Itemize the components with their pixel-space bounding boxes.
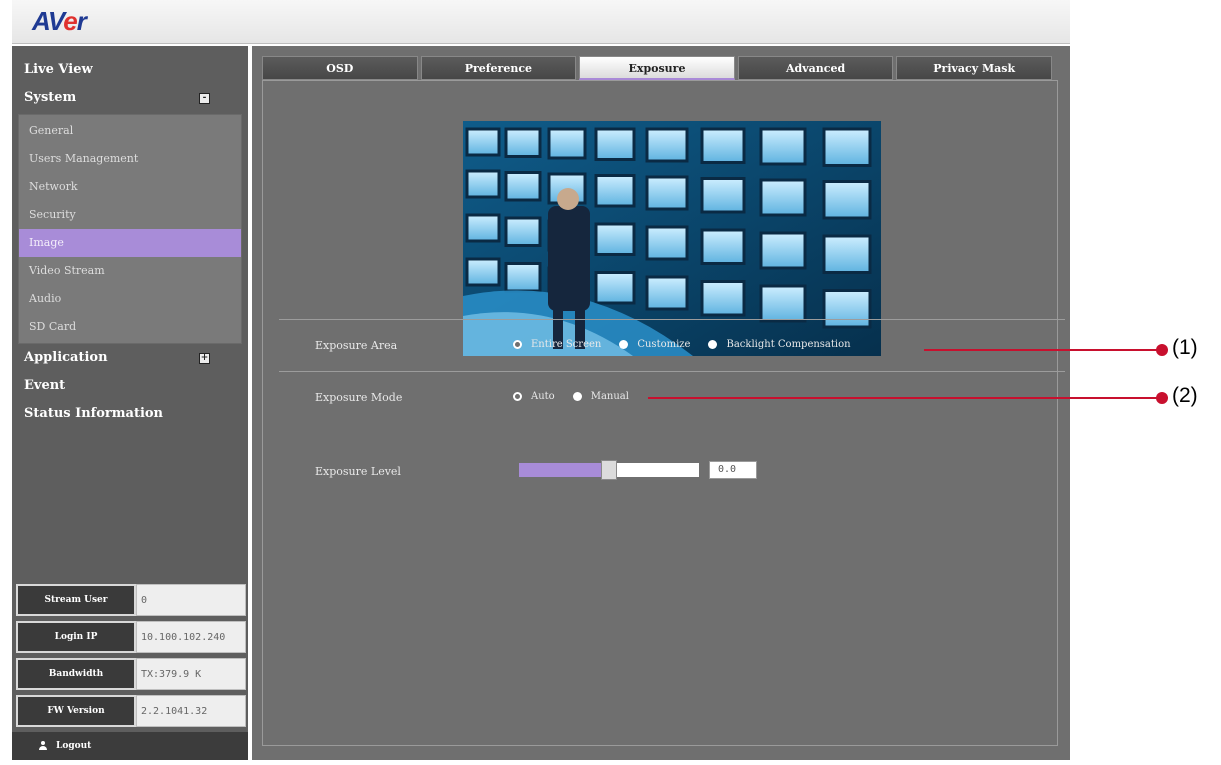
sidebar: Live View System - General Users Managem… [12, 46, 248, 760]
sidebar-item-security[interactable]: Security [19, 201, 241, 229]
info-value: TX:379.9 K [136, 658, 246, 690]
sidebar-item-label: Live View [24, 62, 93, 77]
info-value: 0 [136, 584, 246, 616]
callout-label-2: (2) [1172, 384, 1198, 407]
radio-label: Auto [531, 391, 555, 402]
radio-label: Backlight Compensation [726, 339, 851, 350]
info-label: FW Version [16, 695, 136, 727]
exposure-area-options: Entire Screen Customize Backlight Compen… [513, 339, 869, 350]
radio-manual[interactable]: Manual [572, 391, 629, 402]
sidebar-item-label: Event [24, 378, 66, 393]
radio-customize[interactable]: Customize [619, 339, 690, 350]
tab-preference[interactable]: Preference [420, 56, 577, 80]
sidebar-item-event[interactable]: Event [12, 372, 248, 400]
sidebar-item-application[interactable]: Application + [12, 344, 248, 372]
system-submenu: General Users Management Network Securit… [18, 114, 242, 344]
sidebar-item-status-information[interactable]: Status Information [12, 400, 248, 428]
sidebar-item-video-stream[interactable]: Video Stream [19, 257, 241, 285]
sidebar-item-network[interactable]: Network [19, 173, 241, 201]
exposure-content: Exposure Area Entire Screen Customize Ba… [262, 80, 1065, 746]
sidebar-item-label: Status Information [24, 406, 164, 421]
radio-backlight-compensation[interactable]: Backlight Compensation [708, 339, 851, 350]
sidebar-item-live-view[interactable]: Live View [12, 56, 248, 84]
callout-label-1: (1) [1172, 336, 1198, 359]
info-row-stream-user: Stream User 0 [16, 584, 246, 616]
info-value: 2.2.1041.32 [136, 695, 246, 727]
radio-label: Customize [637, 339, 691, 350]
expand-icon[interactable]: + [199, 353, 210, 364]
slider-handle[interactable] [601, 460, 617, 480]
radio-label: Manual [590, 391, 629, 402]
exposure-level-slider[interactable] [519, 460, 699, 480]
status-info-panel: Stream User 0 Login IP 10.100.102.240 Ba… [16, 584, 246, 732]
info-row-login-ip: Login IP 10.100.102.240 [16, 621, 246, 653]
radio-button[interactable] [619, 340, 629, 349]
sidebar-item-users-management[interactable]: Users Management [19, 145, 241, 173]
tab-privacy-mask[interactable]: Privacy Mask [896, 56, 1052, 80]
collapse-icon[interactable]: - [199, 93, 210, 104]
sidebar-item-audio[interactable]: Audio [19, 285, 241, 313]
sidebar-item-label: Application [24, 350, 108, 365]
logout-button[interactable]: Logout [12, 732, 248, 760]
logout-label: Logout [56, 741, 92, 751]
radio-button[interactable] [513, 392, 522, 401]
info-label: Bandwidth [16, 658, 136, 690]
top-header: AVer [12, 0, 1070, 44]
exposure-mode-options: Auto Manual [513, 391, 647, 402]
radio-button[interactable] [708, 340, 718, 349]
tab-advanced[interactable]: Advanced [737, 56, 894, 80]
sidebar-item-image[interactable]: Image [19, 229, 241, 257]
info-label: Login IP [16, 621, 136, 653]
root: AVer Live View System - General Users Ma… [0, 0, 1221, 765]
camera-preview-image [463, 121, 881, 356]
sidebar-item-sd-card[interactable]: SD Card [19, 313, 241, 341]
callout-line-1 [924, 349, 1162, 351]
sidebar-item-label: System [24, 90, 77, 105]
radio-label: Entire Screen [531, 339, 602, 350]
callout-dot-2 [1156, 392, 1168, 404]
radio-auto[interactable]: Auto [513, 391, 555, 402]
info-value: 10.100.102.240 [136, 621, 246, 653]
tab-osd[interactable]: OSD [262, 56, 418, 80]
exposure-level-value[interactable]: 0.0 [709, 461, 757, 479]
exposure-level-label: Exposure Level [315, 465, 401, 478]
radio-button[interactable] [513, 340, 522, 349]
slider-fill [519, 463, 609, 477]
callout-dot-1 [1156, 344, 1168, 356]
sidebar-item-system[interactable]: System - [12, 84, 248, 112]
user-icon [38, 741, 48, 751]
exposure-area-label: Exposure Area [315, 339, 398, 352]
section-divider [279, 319, 1065, 320]
sidebar-item-general[interactable]: General [19, 117, 241, 145]
section-divider [279, 371, 1065, 372]
camera-preview [463, 121, 881, 356]
info-row-bandwidth: Bandwidth TX:379.9 K [16, 658, 246, 690]
sidebar-nav: Live View System - General Users Managem… [12, 56, 248, 428]
info-label: Stream User [16, 584, 136, 616]
main-panel: OSD Preference Exposure Advanced Privacy… [250, 46, 1070, 760]
exposure-mode-label: Exposure Mode [315, 391, 403, 404]
tab-exposure[interactable]: Exposure [579, 56, 735, 80]
radio-entire-screen[interactable]: Entire Screen [513, 339, 601, 350]
aver-logo: AVer [32, 6, 87, 36]
settings-tabs: OSD Preference Exposure Advanced Privacy… [262, 56, 1052, 80]
callout-line-2 [648, 397, 1162, 399]
info-row-fw-version: FW Version 2.2.1041.32 [16, 695, 246, 727]
radio-button[interactable] [572, 392, 582, 401]
